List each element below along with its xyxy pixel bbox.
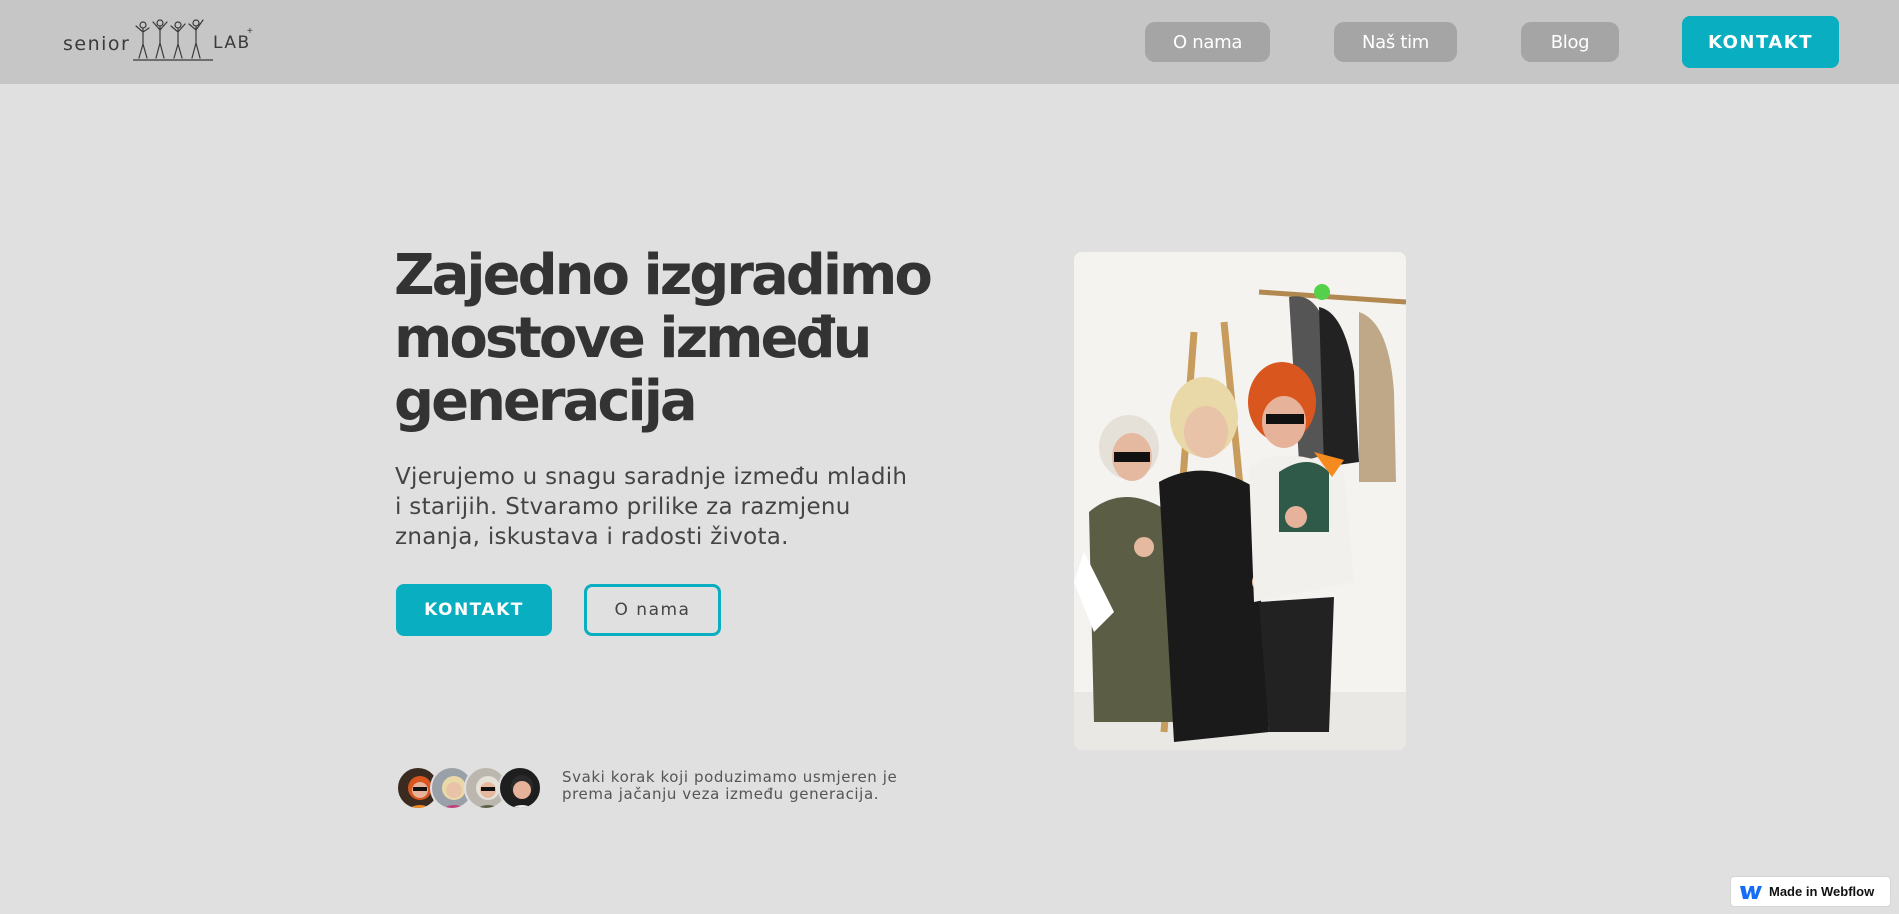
nav-link-o-nama[interactable]: O nama (1145, 22, 1270, 62)
hero-o-nama-button[interactable]: O nama (584, 584, 721, 636)
hero-caption: Svaki korak koji poduzimamo usmjeren je … (562, 768, 898, 803)
logo-text-lab: LAB (213, 33, 251, 53)
badge-label: Made in Webflow (1769, 884, 1875, 899)
hero-title: Zajedno izgradimo mostove između generac… (394, 243, 933, 434)
hero-photo (1074, 252, 1406, 750)
logo-text-senior: senior (63, 33, 131, 55)
nav-link-nas-tim[interactable]: Naš tim (1334, 22, 1457, 62)
hero-description: Vjerujemo u snagu saradnje između mladih… (395, 464, 908, 550)
navbar: senior LAB + O nama Naš tim Blog KONTAKT (0, 0, 1899, 84)
avatar-group (396, 766, 546, 810)
hero-photo-illustration (1074, 252, 1406, 750)
hero-kontakt-button[interactable]: KONTAKT (396, 584, 552, 636)
nav-link-blog[interactable]: Blog (1521, 22, 1619, 62)
webflow-icon (1740, 885, 1762, 899)
nav-kontakt-button[interactable]: KONTAKT (1682, 16, 1839, 68)
made-in-webflow-badge[interactable]: Made in Webflow (1730, 876, 1891, 907)
avatar (498, 766, 542, 810)
logo-plus-mark: + (247, 26, 253, 37)
dancing-people-icon (133, 19, 213, 61)
logo[interactable]: senior LAB + (63, 16, 255, 64)
